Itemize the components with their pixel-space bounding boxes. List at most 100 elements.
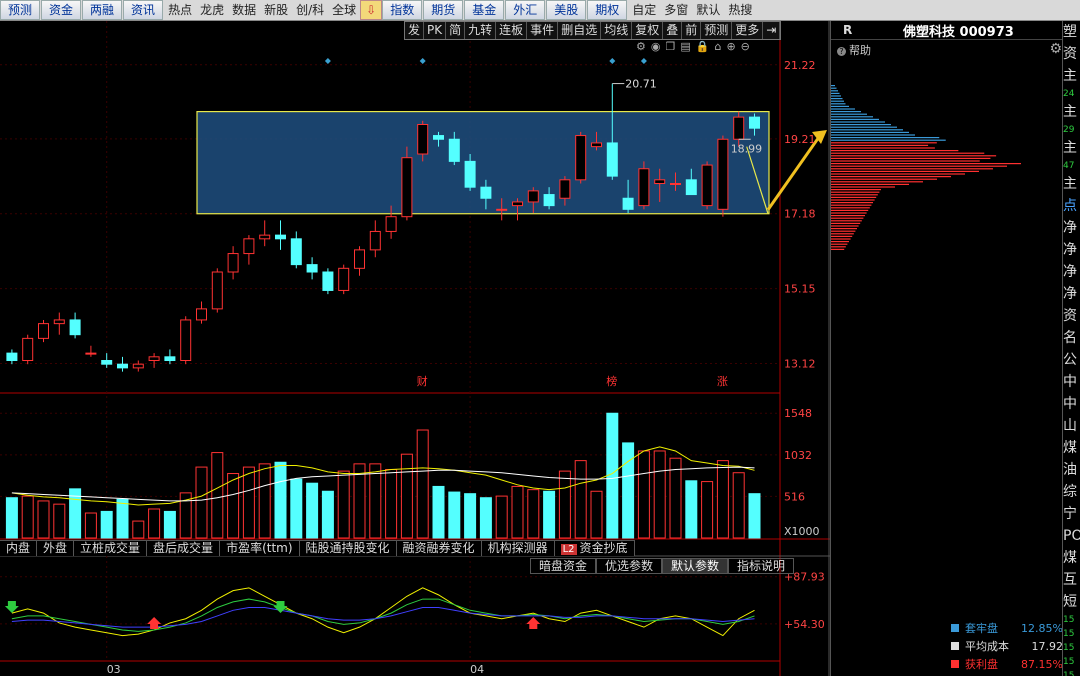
toolbar-extra-3[interactable]: 热搜 — [724, 1, 756, 19]
sub-tab-3[interactable]: 指标说明 — [728, 558, 795, 574]
indicator-tab-6[interactable]: 融资融券变化 — [396, 540, 482, 556]
download-arrow-icon[interactable]: ⇩ — [360, 0, 383, 20]
lock-icon[interactable]: 🔒 — [696, 40, 710, 53]
toolbar-button-0[interactable]: 预测 — [0, 0, 41, 20]
chart-tool-2[interactable]: 简 — [446, 22, 466, 39]
indicator-tabs: 内盘 外盘 立桩成交量 盘后成交量 市盈率(ttm) 陆股通持股变化 融资融券变化 机构探测器… — [0, 540, 635, 556]
volume-bar — [464, 493, 477, 539]
candle-body — [6, 352, 18, 361]
indicator-tab-label: 资金抄底 — [579, 541, 628, 555]
sub-tab-0[interactable]: 暗盘资金 — [530, 558, 597, 574]
market-button-0[interactable]: 指数 — [382, 0, 423, 20]
home-icon[interactable]: ⌂ — [714, 40, 721, 53]
settings-icon[interactable]: ⚙ — [636, 40, 646, 53]
chip-bar — [831, 230, 856, 232]
candle-body — [701, 164, 713, 207]
chip-bar — [831, 170, 979, 172]
sub-tab-1[interactable]: 优选参数 — [596, 558, 663, 574]
market-button-5[interactable]: 期权 — [587, 0, 628, 20]
toolbar-link-4[interactable]: 创/科 — [292, 1, 328, 19]
event-marker-2: 涨 — [717, 375, 728, 388]
candle-body — [101, 360, 113, 365]
chip-bar — [831, 233, 854, 235]
market-button-3[interactable]: 外汇 — [505, 0, 546, 20]
chart-tool-7[interactable]: 均线 — [601, 22, 633, 39]
toolbar-link-0[interactable]: 热点 — [164, 1, 196, 19]
chip-bar — [831, 238, 851, 240]
chip-bar — [831, 248, 845, 250]
candle-body — [117, 363, 128, 369]
chart-annotations: 20.71 18.99 财 榜 涨 — [324, 58, 827, 388]
side-strip-item: 29 — [1063, 125, 1075, 135]
chart-tool-5[interactable]: 事件 — [527, 22, 559, 39]
print-icon[interactable]: ▤ — [680, 40, 690, 53]
collapse-icon[interactable]: ⇥ — [763, 22, 781, 39]
chip-bar — [831, 163, 1021, 165]
toolbar-button-2[interactable]: 两融 — [82, 0, 123, 20]
candle-body — [417, 124, 429, 155]
toolbar-link-5[interactable]: 全球 — [328, 1, 360, 19]
side-strip-item: 中 — [1063, 374, 1077, 390]
chart-tool-3[interactable]: 九转 — [465, 22, 497, 39]
side-info-strip: 塑资主24主29主47主点净净净净资名公中中山煤油综宁PO煤互短15151515… — [1062, 21, 1080, 676]
chart-tool-6[interactable]: 删自选 — [558, 22, 602, 39]
stock-chart-area[interactable]: 20.71 18.99 财 榜 涨 21.22 19.21 17.18 15.15 13.12 1… — [0, 21, 830, 676]
chip-bar — [831, 225, 859, 227]
chip-bar — [831, 157, 991, 159]
market-button-1[interactable]: 期货 — [423, 0, 464, 20]
toolbar-extra-0[interactable]: 自定 — [628, 1, 660, 19]
chart-tool-4[interactable]: 连板 — [496, 22, 528, 39]
indicator-tab-0[interactable]: 内盘 — [0, 540, 38, 556]
toolbar-button-3[interactable]: 资讯 — [123, 0, 164, 20]
eye-icon[interactable]: ◉ — [651, 40, 661, 53]
candle-body — [259, 234, 271, 240]
candle-body — [733, 116, 745, 140]
chart-tool-0[interactable]: 发 — [405, 22, 425, 39]
legend-value: 12.85% — [1021, 621, 1063, 635]
volume-bar — [732, 472, 745, 539]
candle-body — [132, 363, 144, 369]
chip-bar — [831, 217, 864, 219]
side-strip-item: 主 — [1063, 104, 1077, 120]
chip-bar — [831, 173, 965, 175]
chip-bar — [831, 116, 873, 118]
chip-bar — [831, 246, 846, 248]
indicator-tab-4[interactable]: 市盈率(ttm) — [220, 540, 300, 556]
chart-tool-8[interactable]: 复权 — [632, 22, 664, 39]
chart-tool-10[interactable]: 前 — [682, 22, 702, 39]
side-strip-item: 15 — [1063, 643, 1075, 653]
zoom-out-icon[interactable]: ⊖ — [741, 40, 750, 53]
sub-tab-2[interactable]: 默认参数 — [662, 558, 729, 574]
volume-bar — [37, 500, 50, 539]
indicator-tab-1[interactable]: 外盘 — [37, 540, 75, 556]
chip-bar — [831, 168, 993, 170]
indicator-tab-5[interactable]: 陆股通持股变化 — [299, 540, 397, 556]
toolbar-extra-1[interactable]: 多窗 — [660, 1, 692, 19]
chip-bar — [831, 121, 885, 123]
indicator-tab-3[interactable]: 盘后成交量 — [147, 540, 221, 556]
indicator-tab-7[interactable]: 机构探测器 — [481, 540, 555, 556]
toolbar-link-1[interactable]: 龙虎 — [196, 1, 228, 19]
zoom-in-icon[interactable]: ⊕ — [726, 40, 735, 53]
chip-bar — [831, 124, 891, 126]
copy-icon[interactable]: ❐ — [665, 40, 675, 53]
top-toolbar: 预测 资金 两融 资讯 热点 龙虎 数据 新股 创/科 全球 ⇩ 指数 期货 基金 外汇 美股 期权 自定 多窗 默认… — [0, 0, 1080, 21]
market-button-2[interactable]: 基金 — [464, 0, 505, 20]
chart-toolbar: 发 PK 简九转 连板 事件 删自选 均线 复权叠前预测 更多 ⇥ — [404, 21, 782, 40]
legend-value: 87.15% — [1021, 657, 1063, 671]
chart-tool-11[interactable]: 预测 — [701, 22, 733, 39]
toolbar-extra-2[interactable]: 默认 — [692, 1, 724, 19]
chart-tool-9[interactable]: 叠 — [663, 22, 683, 39]
chip-bar — [831, 204, 872, 206]
toolbar-link-2[interactable]: 数据 — [228, 1, 260, 19]
toolbar-link-3[interactable]: 新股 — [260, 1, 292, 19]
indicator-tab-2[interactable]: 立桩成交量 — [74, 540, 148, 556]
volume-bar — [148, 508, 161, 539]
l2-badge: L2 — [560, 544, 577, 555]
toolbar-button-1[interactable]: 资金 — [41, 0, 82, 20]
indicator-tab-8[interactable]: L2 资金抄底 — [554, 540, 635, 556]
chart-tool-12[interactable]: 更多 — [732, 22, 764, 39]
market-button-4[interactable]: 美股 — [546, 0, 587, 20]
chart-tool-1[interactable]: PK — [424, 22, 447, 39]
side-strip-item: PO — [1063, 528, 1080, 544]
